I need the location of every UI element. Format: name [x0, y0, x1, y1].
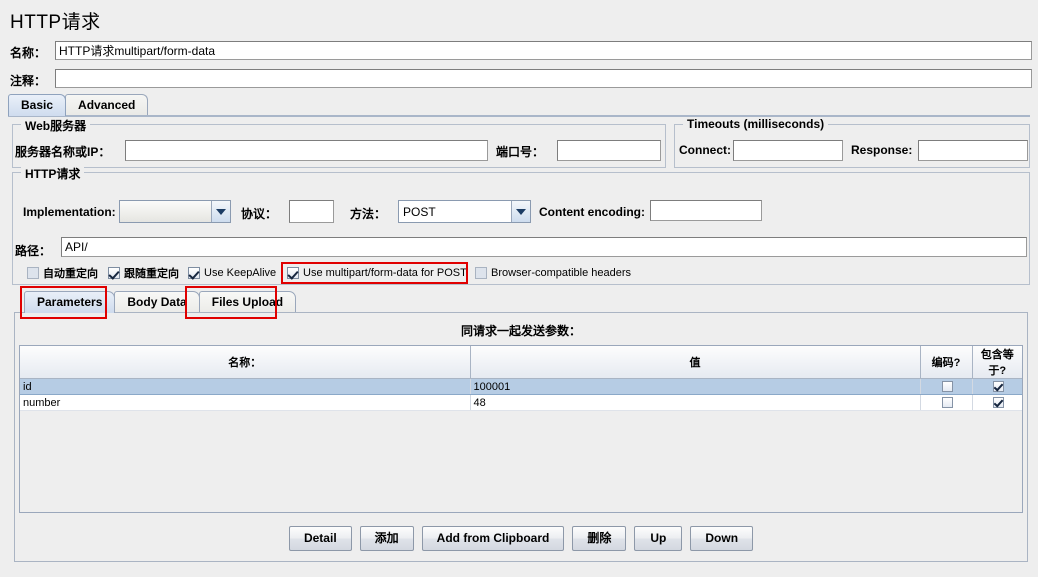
- checkbox-box-icon[interactable]: [942, 381, 953, 393]
- checkbox-box-icon[interactable]: [993, 381, 1005, 393]
- detail-button[interactable]: Detail: [288, 526, 352, 551]
- port-input[interactable]: [557, 140, 661, 161]
- cell-param-include-equals[interactable]: [972, 394, 1022, 411]
- web-server-group: Web服务器 服务器名称或IP： 端口号：: [12, 117, 666, 168]
- tab-parameters[interactable]: Parameters: [24, 291, 116, 313]
- parameters-table-container[interactable]: 名称： 值 编码? 包含等于? id 100001 number 48: [19, 345, 1023, 513]
- checkbox-box-icon[interactable]: [188, 267, 200, 279]
- tab-body-data[interactable]: Body Data: [114, 291, 200, 313]
- checkbox-auto-redirect-label: 自动重定向: [43, 268, 98, 280]
- protocol-input[interactable]: [289, 200, 334, 223]
- server-name-label: 服务器名称或IP：: [15, 145, 111, 159]
- table-row[interactable]: id 100001: [20, 378, 1022, 395]
- response-timeout-label: Response:: [851, 143, 913, 157]
- chevron-down-icon[interactable]: [511, 201, 530, 222]
- name-input[interactable]: HTTP请求multipart/form-data: [55, 41, 1032, 60]
- table-empty-area[interactable]: [20, 411, 1022, 512]
- content-encoding-label: Content encoding:: [539, 205, 645, 219]
- method-value: POST: [403, 204, 436, 219]
- cell-param-name[interactable]: number: [20, 394, 471, 411]
- up-button[interactable]: Up: [634, 526, 683, 551]
- checkbox-box-icon[interactable]: [993, 397, 1005, 409]
- tab-advanced[interactable]: Advanced: [65, 94, 149, 116]
- main-tab-strip: Basic Advanced: [8, 94, 149, 116]
- cell-param-value[interactable]: 48: [470, 394, 921, 411]
- cell-param-encode[interactable]: [920, 394, 973, 411]
- panel-bottom-strip: [0, 568, 1038, 577]
- name-label: 名称：: [10, 46, 47, 60]
- checkbox-browser-compatible-headers-label: Browser-compatible headers: [491, 267, 632, 279]
- checkbox-box-icon[interactable]: [942, 397, 953, 409]
- checkbox-use-keepalive[interactable]: Use KeepAlive: [188, 265, 276, 281]
- cell-param-value[interactable]: 100001: [470, 378, 921, 395]
- column-header-encode[interactable]: 编码?: [920, 346, 973, 379]
- checkbox-browser-compatible-headers[interactable]: Browser-compatible headers: [475, 265, 631, 281]
- checkbox-box-icon[interactable]: [108, 267, 120, 279]
- content-encoding-input[interactable]: [650, 200, 762, 221]
- parameters-button-row: Detail 添加 Add from Clipboard 删除 Up Down: [15, 526, 1027, 551]
- checkbox-follow-redirect[interactable]: 跟随重定向: [108, 265, 179, 281]
- checkbox-auto-redirect[interactable]: 自动重定向: [27, 265, 98, 281]
- path-input[interactable]: API/: [61, 237, 1027, 257]
- implementation-label: Implementation:: [23, 205, 116, 219]
- checkbox-use-keepalive-label: Use KeepAlive: [204, 267, 277, 279]
- down-button[interactable]: Down: [690, 526, 754, 551]
- checkbox-box-icon[interactable]: [27, 267, 39, 279]
- add-button[interactable]: 添加: [359, 526, 414, 551]
- parameters-panel: 同请求一起发送参数： 名称： 值 编码? 包含等于? id 100001 num…: [14, 312, 1028, 562]
- table-row[interactable]: number 48: [20, 394, 1022, 411]
- page-title: HTTP请求: [10, 12, 101, 33]
- timeouts-group-title: Timeouts (milliseconds): [683, 117, 829, 131]
- http-request-group-title: HTTP请求: [21, 165, 85, 182]
- checkbox-follow-redirect-label: 跟随重定向: [124, 268, 179, 280]
- column-header-value[interactable]: 值: [470, 346, 921, 379]
- http-options-checkbox-row: 自动重定向 跟随重定向 Use KeepAlive Use multipart/…: [0, 265, 1038, 283]
- port-label: 端口号：: [496, 145, 545, 159]
- comment-label: 注释：: [10, 74, 47, 88]
- parameters-table: 名称： 值 编码? 包含等于? id 100001 number 48: [20, 346, 1022, 411]
- tab-files-upload[interactable]: Files Upload: [198, 291, 297, 313]
- cell-param-include-equals[interactable]: [972, 378, 1022, 395]
- method-label: 方法：: [350, 207, 387, 221]
- method-dropdown[interactable]: POST: [398, 200, 531, 223]
- cell-param-encode[interactable]: [920, 378, 973, 395]
- checkbox-use-multipart-form-data-label: Use multipart/form-data for POST: [303, 267, 467, 279]
- table-header-row: 名称： 值 编码? 包含等于?: [20, 346, 1022, 379]
- chevron-down-icon[interactable]: [211, 201, 230, 222]
- tab-underline: [8, 115, 1030, 117]
- checkbox-box-icon[interactable]: [287, 267, 299, 279]
- implementation-dropdown[interactable]: [119, 200, 231, 223]
- column-header-include-equals[interactable]: 包含等于?: [972, 346, 1022, 379]
- path-label: 路径：: [15, 244, 52, 258]
- http-request-sampler-panel: HTTP请求 名称： HTTP请求multipart/form-data 注释：…: [0, 0, 1038, 577]
- connect-timeout-label: Connect:: [679, 143, 731, 157]
- panel-title-bar: HTTP请求: [0, 0, 1038, 36]
- protocol-label: 协议：: [241, 207, 278, 221]
- add-from-clipboard-button[interactable]: Add from Clipboard: [421, 526, 565, 551]
- comment-row: 注释：: [0, 69, 1038, 91]
- parameters-caption: 同请求一起发送参数：: [460, 324, 581, 338]
- tab-basic[interactable]: Basic: [8, 94, 67, 116]
- checkbox-box-icon[interactable]: [475, 267, 487, 279]
- connect-timeout-input[interactable]: [733, 140, 843, 161]
- response-timeout-input[interactable]: [918, 140, 1028, 161]
- timeouts-group: Timeouts (milliseconds) Connect: Respons…: [674, 117, 1030, 168]
- request-data-tab-strip: Parameters Body Data Files Upload: [24, 291, 297, 313]
- cell-param-name[interactable]: id: [20, 378, 471, 395]
- delete-button[interactable]: 删除: [572, 526, 627, 551]
- name-row: 名称： HTTP请求multipart/form-data: [0, 41, 1038, 63]
- web-server-group-title: Web服务器: [21, 117, 91, 134]
- server-name-input[interactable]: [125, 140, 488, 161]
- checkbox-use-multipart-form-data[interactable]: Use multipart/form-data for POST: [287, 265, 467, 281]
- column-header-name[interactable]: 名称：: [20, 346, 471, 379]
- comment-input[interactable]: [55, 69, 1032, 88]
